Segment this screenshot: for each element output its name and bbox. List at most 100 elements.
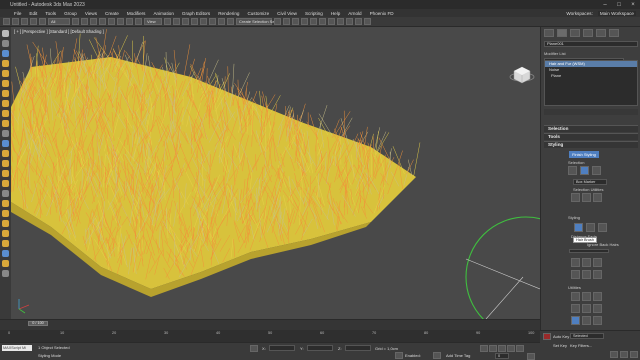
enabled-toggle-icon[interactable] [395, 352, 403, 359]
menu-rendering[interactable]: Rendering [218, 11, 239, 16]
display-tab-icon[interactable] [596, 29, 606, 37]
translate-tool-icon[interactable] [571, 258, 580, 267]
brush-preset-icon[interactable] [2, 140, 9, 147]
keyboard-shortcut-icon[interactable] [182, 18, 189, 25]
brush-preset-icon[interactable] [2, 240, 9, 247]
material-editor-icon[interactable] [328, 18, 335, 25]
brush-preset-icon[interactable] [2, 220, 9, 227]
next-frame-icon[interactable] [507, 345, 515, 352]
menu-tools[interactable]: Tools [45, 11, 56, 16]
brush-preset-icon[interactable] [2, 110, 9, 117]
brush-preset-icon[interactable] [2, 70, 9, 77]
menu-views[interactable]: Views [85, 11, 97, 16]
viewport-label[interactable]: [ + ] [Perspective ] [Standard ] [Defaul… [14, 29, 104, 34]
brush-preset-icon[interactable] [2, 170, 9, 177]
box-marker-dropdown[interactable]: Box Marker [573, 179, 607, 185]
recomb-icon[interactable] [571, 304, 580, 313]
ignore-back-hairs-checkbox[interactable]: Ignore Back Hairs [587, 242, 619, 247]
brush-preset-icon[interactable] [2, 130, 9, 137]
modifier-list-label[interactable]: Modifier List [544, 51, 566, 56]
select-manipulate-icon[interactable] [173, 18, 180, 25]
named-selection-sets-dropdown[interactable]: Create Selection Se [236, 18, 275, 25]
modify-tab-icon[interactable] [557, 29, 567, 37]
link-icon[interactable] [21, 18, 28, 25]
menu-help[interactable]: Help [331, 11, 340, 16]
puff-roots-icon[interactable] [593, 258, 602, 267]
time-tag-icon[interactable] [433, 352, 441, 359]
time-slider-knob[interactable]: 0 / 100 [28, 321, 48, 326]
snaps-toggle-icon[interactable] [191, 18, 198, 25]
invert-selection-icon[interactable] [571, 193, 580, 202]
create-layer-icon[interactable] [2, 40, 9, 47]
menu-group[interactable]: Group [64, 11, 77, 16]
clump-tool-icon[interactable] [571, 270, 580, 279]
viewport-canvas[interactable] [11, 27, 540, 319]
close-icon[interactable]: × [626, 0, 640, 9]
select-guide-vertices-icon[interactable] [592, 166, 601, 175]
brush-preset-icon[interactable] [2, 270, 9, 277]
bind-space-warp-icon[interactable] [39, 18, 46, 25]
rotate-selection-icon[interactable] [582, 193, 591, 202]
brush-preset-icon[interactable] [2, 60, 9, 67]
menu-edit[interactable]: Edit [29, 11, 37, 16]
select-object-icon[interactable] [72, 18, 79, 25]
menu-arnold[interactable]: Arnold [348, 11, 361, 16]
rollout-tools[interactable]: Tools [544, 133, 638, 140]
brush-preset-icon[interactable] [2, 180, 9, 187]
rectangular-selection-icon[interactable] [90, 18, 97, 25]
set-key-icon[interactable] [543, 333, 551, 340]
set-key-button[interactable]: Set Key [553, 343, 567, 348]
toggle-collisions-icon[interactable] [593, 304, 602, 313]
rollout-selection[interactable]: Selection [544, 125, 638, 132]
snapshot-icon[interactable] [2, 50, 9, 57]
rendered-frame-window-icon[interactable] [346, 18, 353, 25]
align-icon[interactable] [283, 18, 290, 25]
undo-icon[interactable] [3, 18, 10, 25]
toggle-hair-icon[interactable] [571, 316, 580, 325]
stack-item-plane[interactable]: Plane [545, 73, 637, 79]
viewcube-icon[interactable] [509, 66, 535, 84]
create-tab-icon[interactable] [544, 29, 554, 37]
hair-cut-icon[interactable] [586, 223, 595, 232]
orbit-icon[interactable] [620, 351, 628, 358]
previous-frame-icon[interactable] [489, 345, 497, 352]
layer-explorer-icon[interactable] [301, 18, 308, 25]
scale-icon[interactable] [126, 18, 133, 25]
selection-lock-icon[interactable] [250, 345, 258, 352]
scale-tool-icon[interactable] [593, 270, 602, 279]
render-in-cloud-icon[interactable] [364, 18, 371, 25]
render-production-icon[interactable] [355, 18, 362, 25]
z-coordinate-field[interactable] [345, 345, 371, 351]
select-tool-icon[interactable] [598, 223, 607, 232]
menu-modifiers[interactable]: Modifiers [127, 11, 146, 16]
go-to-end-icon[interactable] [516, 345, 524, 352]
angle-snap-icon[interactable] [200, 18, 207, 25]
brush-preset-icon[interactable] [2, 230, 9, 237]
pop-selected-icon[interactable] [582, 292, 591, 301]
render-setup-icon[interactable] [337, 18, 344, 25]
rotate-tool-icon[interactable] [582, 270, 591, 279]
go-to-start-icon[interactable] [480, 345, 488, 352]
rollout-styling[interactable]: Styling [544, 141, 638, 148]
y-coordinate-field[interactable] [307, 345, 333, 351]
key-mode-dropdown[interactable]: Selected [570, 333, 604, 339]
maxscript-listener-field[interactable]: MAXScript Mi [2, 345, 32, 351]
selection-filter-dropdown[interactable]: All [48, 18, 70, 25]
lock-icon[interactable] [582, 316, 591, 325]
brush-preset-icon[interactable] [2, 80, 9, 87]
time-configuration-icon[interactable] [527, 353, 535, 360]
hair-brush-icon[interactable] [574, 223, 583, 232]
maximize-icon[interactable]: □ [612, 0, 626, 9]
schematic-view-icon[interactable] [319, 18, 326, 25]
pivot-center-icon[interactable] [164, 18, 171, 25]
edit-named-selection-icon[interactable] [227, 18, 234, 25]
rotate-icon[interactable] [117, 18, 124, 25]
hierarchy-tab-icon[interactable] [570, 29, 580, 37]
pop-zero-sized-icon[interactable] [593, 292, 602, 301]
brush-size-slider[interactable] [569, 249, 609, 253]
utilities-tab-icon[interactable] [609, 29, 619, 37]
unlink-icon[interactable] [30, 18, 37, 25]
finish-styling-button[interactable]: Finish Styling [569, 151, 599, 158]
brush-preset-icon[interactable] [2, 190, 9, 197]
menu-civil-view[interactable]: Civil View [277, 11, 297, 16]
